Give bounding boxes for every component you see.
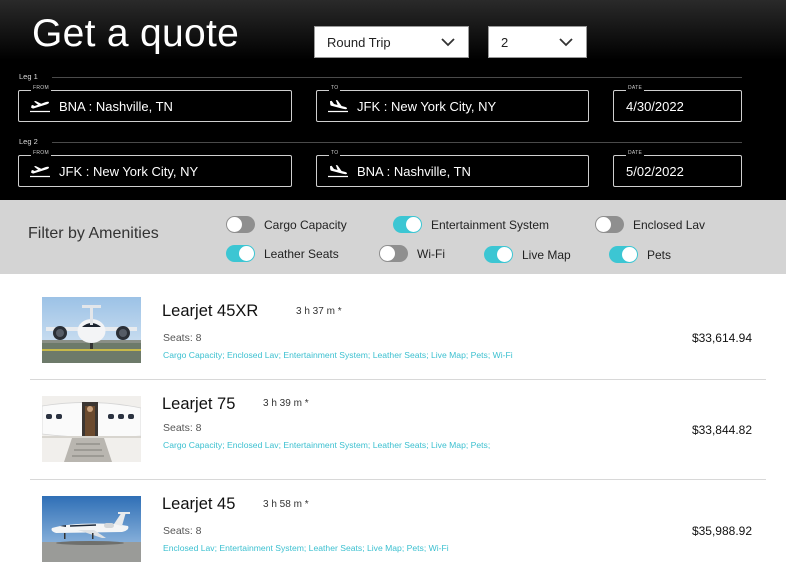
leg-1-to-field[interactable]: TO JFK : New York City, NY [316, 85, 589, 122]
flight-time: 3 h 37 m * [296, 306, 342, 317]
result-item[interactable]: Learjet 45XR 3 h 37 m * Seats: 8 Cargo C… [30, 280, 766, 380]
filter-cargo-capacity[interactable]: Cargo Capacity [226, 216, 347, 233]
from-tag: FROM [31, 150, 51, 156]
result-item[interactable]: Learjet 45 3 h 58 m * Seats: 8 Enclosed … [30, 480, 766, 580]
chevron-down-icon [559, 38, 573, 47]
leg-2-date-value: 5/02/2022 [626, 163, 684, 179]
toggle-switch[interactable] [226, 245, 255, 262]
amenities-filter-bar: Filter by Amenities Cargo Capacity Enter… [0, 200, 786, 274]
plane-takeoff-icon [30, 166, 50, 178]
seats-count: Seats: 8 [163, 422, 202, 434]
aircraft-name: Learjet 45XR [162, 302, 259, 320]
leg-2-from-field[interactable]: FROM JFK : New York City, NY [18, 150, 292, 187]
amenities-list: Enclosed Lav; Entertainment System; Leat… [163, 543, 449, 553]
flight-time: 3 h 58 m * [263, 499, 309, 510]
plane-landing-icon [328, 165, 348, 178]
filter-label: Entertainment System [431, 217, 550, 232]
result-item[interactable]: Learjet 75 3 h 39 m * Seats: 8 Cargo Cap… [30, 380, 766, 480]
filter-wi-fi[interactable]: Wi-Fi [379, 245, 445, 262]
page-title: Get a quote [32, 12, 240, 55]
leg-1-date-value: 4/30/2022 [626, 98, 684, 114]
filter-label: Live Map [522, 247, 571, 262]
leg-2-from-value: JFK : New York City, NY [59, 163, 199, 179]
seats-count: Seats: 8 [163, 332, 202, 344]
filter-leather-seats[interactable]: Leather Seats [226, 245, 339, 262]
toggle-switch[interactable] [379, 245, 408, 262]
leg-2-to-value: BNA : Nashville, TN [357, 163, 471, 179]
filter-enclosed-lav[interactable]: Enclosed Lav [595, 216, 705, 233]
filter-live-map[interactable]: Live Map [484, 246, 571, 263]
leg-1-to-value: JFK : New York City, NY [357, 98, 497, 114]
leg-1-from-value: BNA : Nashville, TN [59, 98, 173, 114]
flight-time: 3 h 39 m * [263, 398, 309, 409]
date-tag: DATE [626, 85, 645, 91]
passengers-value: 2 [501, 34, 509, 50]
leg-2-date-field[interactable]: DATE 5/02/2022 [613, 150, 742, 187]
to-tag: TO [329, 85, 341, 91]
leg-1-divider [52, 77, 742, 78]
toggle-switch[interactable] [609, 246, 638, 263]
aircraft-photo [42, 496, 141, 562]
toggle-switch[interactable] [484, 246, 513, 263]
filter-pets[interactable]: Pets [609, 246, 671, 263]
toggle-switch[interactable] [226, 216, 255, 233]
leg-1-date-field[interactable]: DATE 4/30/2022 [613, 85, 742, 122]
toggle-switch[interactable] [393, 216, 422, 233]
leg-2-divider [52, 142, 742, 143]
price: $33,844.82 [691, 423, 752, 437]
filter-label: Cargo Capacity [264, 217, 347, 232]
aircraft-name: Learjet 75 [162, 395, 236, 413]
filter-entertainment-system[interactable]: Entertainment System [393, 216, 549, 233]
aircraft-name: Learjet 45 [162, 495, 236, 513]
filter-title: Filter by Amenities [28, 225, 159, 242]
price: $33,614.94 [691, 331, 752, 345]
date-tag: DATE [626, 150, 645, 156]
to-tag: TO [329, 150, 341, 156]
quote-header: Get a quote Round Trip 2 Leg 1 FROM BNA … [0, 0, 786, 200]
price: $35,988.92 [691, 524, 752, 538]
filter-label: Wi-Fi [417, 246, 445, 261]
filter-label: Leather Seats [264, 246, 339, 261]
aircraft-photo [42, 297, 141, 363]
plane-takeoff-icon [30, 101, 50, 113]
leg-2-to-field[interactable]: TO BNA : Nashville, TN [316, 150, 589, 187]
amenities-list: Cargo Capacity; Enclosed Lav; Entertainm… [163, 350, 513, 360]
seats-count: Seats: 8 [163, 525, 202, 537]
trip-type-value: Round Trip [327, 34, 391, 50]
toggle-switch[interactable] [595, 216, 624, 233]
leg-1-label: Leg 1 [19, 72, 38, 81]
leg-2-label: Leg 2 [19, 137, 38, 146]
amenities-list: Cargo Capacity; Enclosed Lav; Entertainm… [163, 440, 491, 450]
aircraft-photo [42, 396, 141, 462]
filter-label: Enclosed Lav [633, 217, 706, 232]
passengers-select[interactable]: 2 [488, 26, 587, 58]
filter-label: Pets [647, 247, 672, 262]
trip-type-select[interactable]: Round Trip [314, 26, 469, 58]
chevron-down-icon [441, 38, 455, 47]
leg-1-from-field[interactable]: FROM BNA : Nashville, TN [18, 85, 292, 122]
from-tag: FROM [31, 85, 51, 91]
plane-landing-icon [328, 100, 348, 113]
